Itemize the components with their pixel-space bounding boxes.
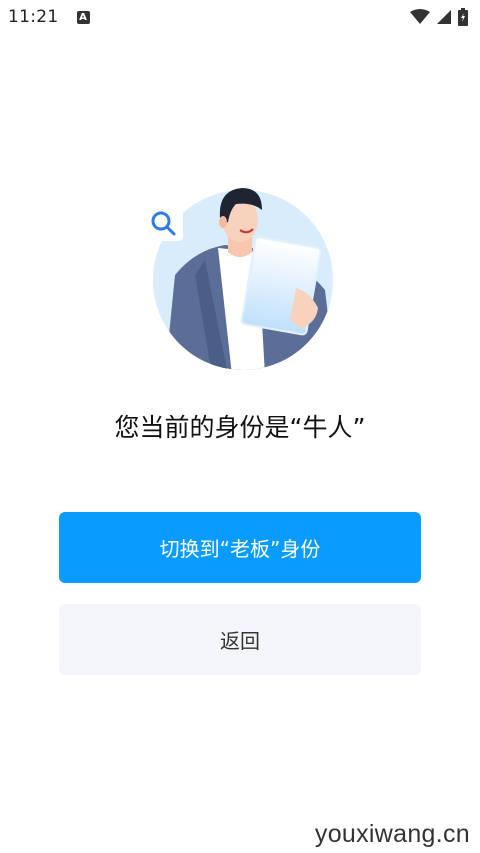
- watermark: youxiwang.cn: [314, 820, 470, 848]
- signal-icon: [437, 10, 451, 24]
- status-bar: 11:21 A: [0, 0, 480, 34]
- battery-icon: [458, 8, 468, 26]
- status-icons: [410, 8, 468, 26]
- search-icon: [145, 205, 183, 241]
- back-button[interactable]: 返回: [59, 604, 421, 675]
- document-illustration: [240, 236, 322, 336]
- identity-illustration: [145, 188, 333, 370]
- status-time: 11:21: [8, 7, 59, 27]
- notification-icon: A: [76, 10, 90, 24]
- wifi-icon: [410, 9, 430, 24]
- screen: 11:21 A 您当前的身份是“牛人” 切换到“老板”身份 返回 youxiwa…: [0, 0, 480, 853]
- switch-identity-button[interactable]: 切换到“老板”身份: [59, 512, 421, 583]
- identity-status-text: 您当前的身份是“牛人”: [114, 413, 366, 442]
